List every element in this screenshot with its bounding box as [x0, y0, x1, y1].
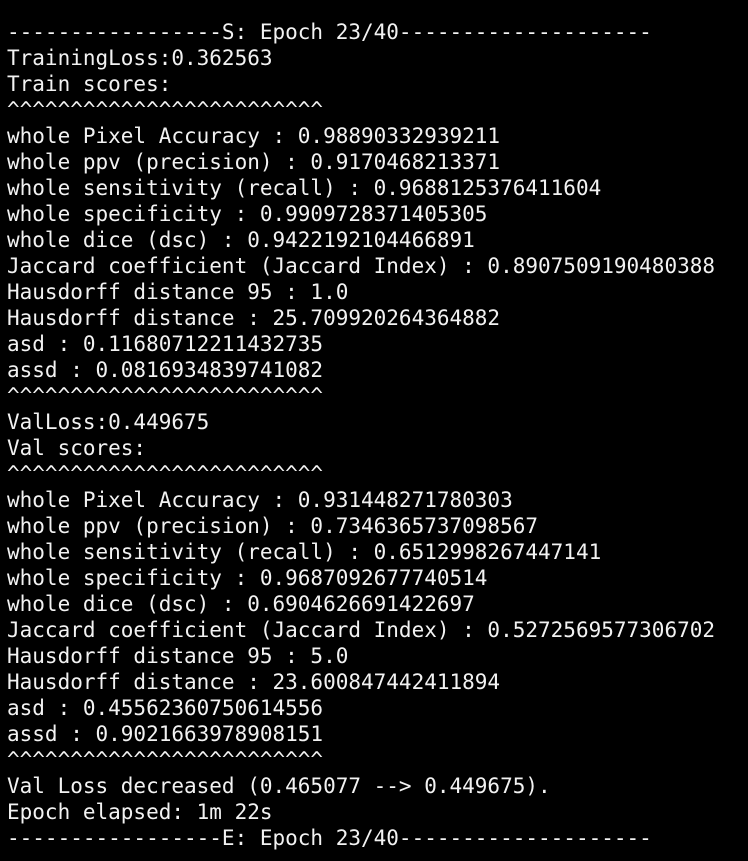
val-loss-decreased-line: Val Loss decreased (0.465077 --> 0.44967…: [7, 774, 551, 798]
train-recall-line: whole sensitivity (recall) : 0.968812537…: [7, 176, 602, 200]
val-dice-line: whole dice (dsc) : 0.6904626691422697: [7, 592, 475, 616]
train-pixel-accuracy-line: whole Pixel Accuracy : 0.98890332939211: [7, 124, 501, 148]
train-specificity-line: whole specificity : 0.9909728371405305: [7, 202, 488, 226]
train-dice-line: whole dice (dsc) : 0.9422192104466891: [7, 228, 475, 252]
epoch-end-separator: -----------------E: Epoch 23/40---------…: [7, 826, 652, 850]
val-loss-line: ValLoss:0.449675: [7, 410, 210, 434]
train-scores-divider-bottom: ^^^^^^^^^^^^^^^^^^^^^^^^^: [7, 384, 324, 408]
train-scores-divider-top: ^^^^^^^^^^^^^^^^^^^^^^^^^: [7, 98, 324, 122]
epoch-elapsed-line: Epoch elapsed: 1m 22s: [7, 800, 273, 824]
val-recall-line: whole sensitivity (recall) : 0.651299826…: [7, 540, 602, 564]
val-scores-divider-bottom: ^^^^^^^^^^^^^^^^^^^^^^^^^: [7, 748, 324, 772]
train-asd-line: asd : 0.11680712211432735: [7, 332, 324, 356]
val-scores-heading: Val scores:: [7, 436, 147, 460]
train-hausdorff95-line: Hausdorff distance 95 : 1.0: [7, 280, 349, 304]
training-loss-line: TrainingLoss:0.362563: [7, 46, 273, 70]
val-hausdorff-line: Hausdorff distance : 23.600847442411894: [7, 670, 501, 694]
val-scores-divider-top: ^^^^^^^^^^^^^^^^^^^^^^^^^: [7, 462, 324, 486]
val-assd-line: assd : 0.9021663978908151: [7, 722, 324, 746]
val-specificity-line: whole specificity : 0.9687092677740514: [7, 566, 488, 590]
epoch-start-separator: -----------------S: Epoch 23/40---------…: [7, 20, 652, 44]
train-jaccard-line: Jaccard coefficient (Jaccard Index) : 0.…: [7, 254, 716, 278]
terminal-window[interactable]: -----------------S: Epoch 23/40---------…: [0, 0, 748, 861]
train-precision-line: whole ppv (precision) : 0.9170468213371: [7, 150, 501, 174]
train-assd-line: assd : 0.0816934839741082: [7, 358, 324, 382]
val-asd-line: asd : 0.4556236075061455​6: [7, 696, 324, 720]
val-jaccard-line: Jaccard coefficient (Jaccard Index) : 0.…: [7, 618, 716, 642]
val-pixel-accuracy-line: whole Pixel Accuracy : 0.931448271780303: [7, 488, 513, 512]
val-hausdorff95-line: Hausdorff distance 95 : 5.0: [7, 644, 349, 668]
train-hausdorff-line: Hausdorff distance : 25.709920264364882: [7, 306, 501, 330]
val-precision-line: whole ppv (precision) : 0.73463657370985…: [7, 514, 539, 538]
train-scores-heading: Train scores:: [7, 72, 172, 96]
